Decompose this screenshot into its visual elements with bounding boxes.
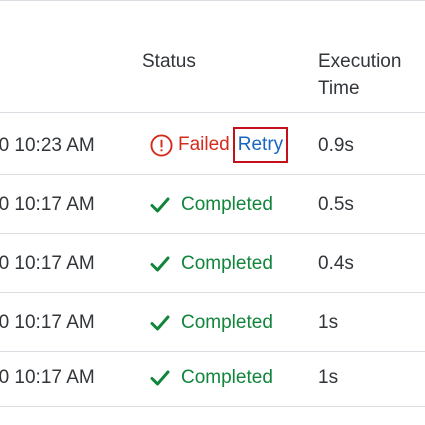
- status-cell: Completed: [150, 253, 273, 275]
- execution-time-value: 0.5s: [318, 194, 354, 215]
- row-divider: [0, 112, 425, 113]
- table-top-divider: [0, 0, 425, 1]
- row-divider: [0, 174, 425, 175]
- column-header-execution-time: Execution Time: [318, 51, 402, 99]
- status-failed-label: Failed: [178, 134, 230, 155]
- column-header-status: Status: [142, 51, 196, 72]
- table-viewport: Status Execution Time 20 10:23 AM Failed…: [0, 0, 425, 425]
- status-completed-label: Completed: [181, 194, 273, 215]
- execution-time-value: 1s: [318, 367, 339, 388]
- row-divider: [0, 233, 425, 234]
- row-timestamp: 20 10:17 AM: [0, 194, 95, 215]
- row-divider: [0, 351, 425, 352]
- status-cell: Completed: [150, 367, 273, 389]
- execution-time-value: 1s: [318, 312, 339, 333]
- execution-time-value: 0.4s: [318, 253, 354, 274]
- checkmark-icon: [150, 370, 170, 386]
- execution-time-value: 0.9s: [318, 135, 354, 156]
- row-timestamp: 20 10:17 AM: [0, 253, 95, 274]
- checkmark-icon: [150, 256, 170, 272]
- row-timestamp: 20 10:17 AM: [0, 312, 95, 333]
- alert-circle-icon: [150, 133, 173, 157]
- status-completed-label: Completed: [181, 253, 273, 274]
- row-timestamp: 20 10:17 AM: [0, 367, 95, 388]
- row-divider: [0, 292, 425, 293]
- status-completed-label: Completed: [181, 367, 273, 388]
- checkmark-icon: [150, 197, 170, 213]
- status-completed-label: Completed: [181, 312, 273, 333]
- status-cell: Failed Retry: [150, 127, 289, 163]
- status-cell: Completed: [150, 194, 273, 216]
- row-divider: [0, 406, 425, 407]
- retry-button[interactable]: Retry: [232, 127, 289, 163]
- checkmark-icon: [150, 315, 170, 331]
- row-timestamp: 20 10:23 AM: [0, 135, 95, 156]
- status-cell: Completed: [150, 312, 273, 334]
